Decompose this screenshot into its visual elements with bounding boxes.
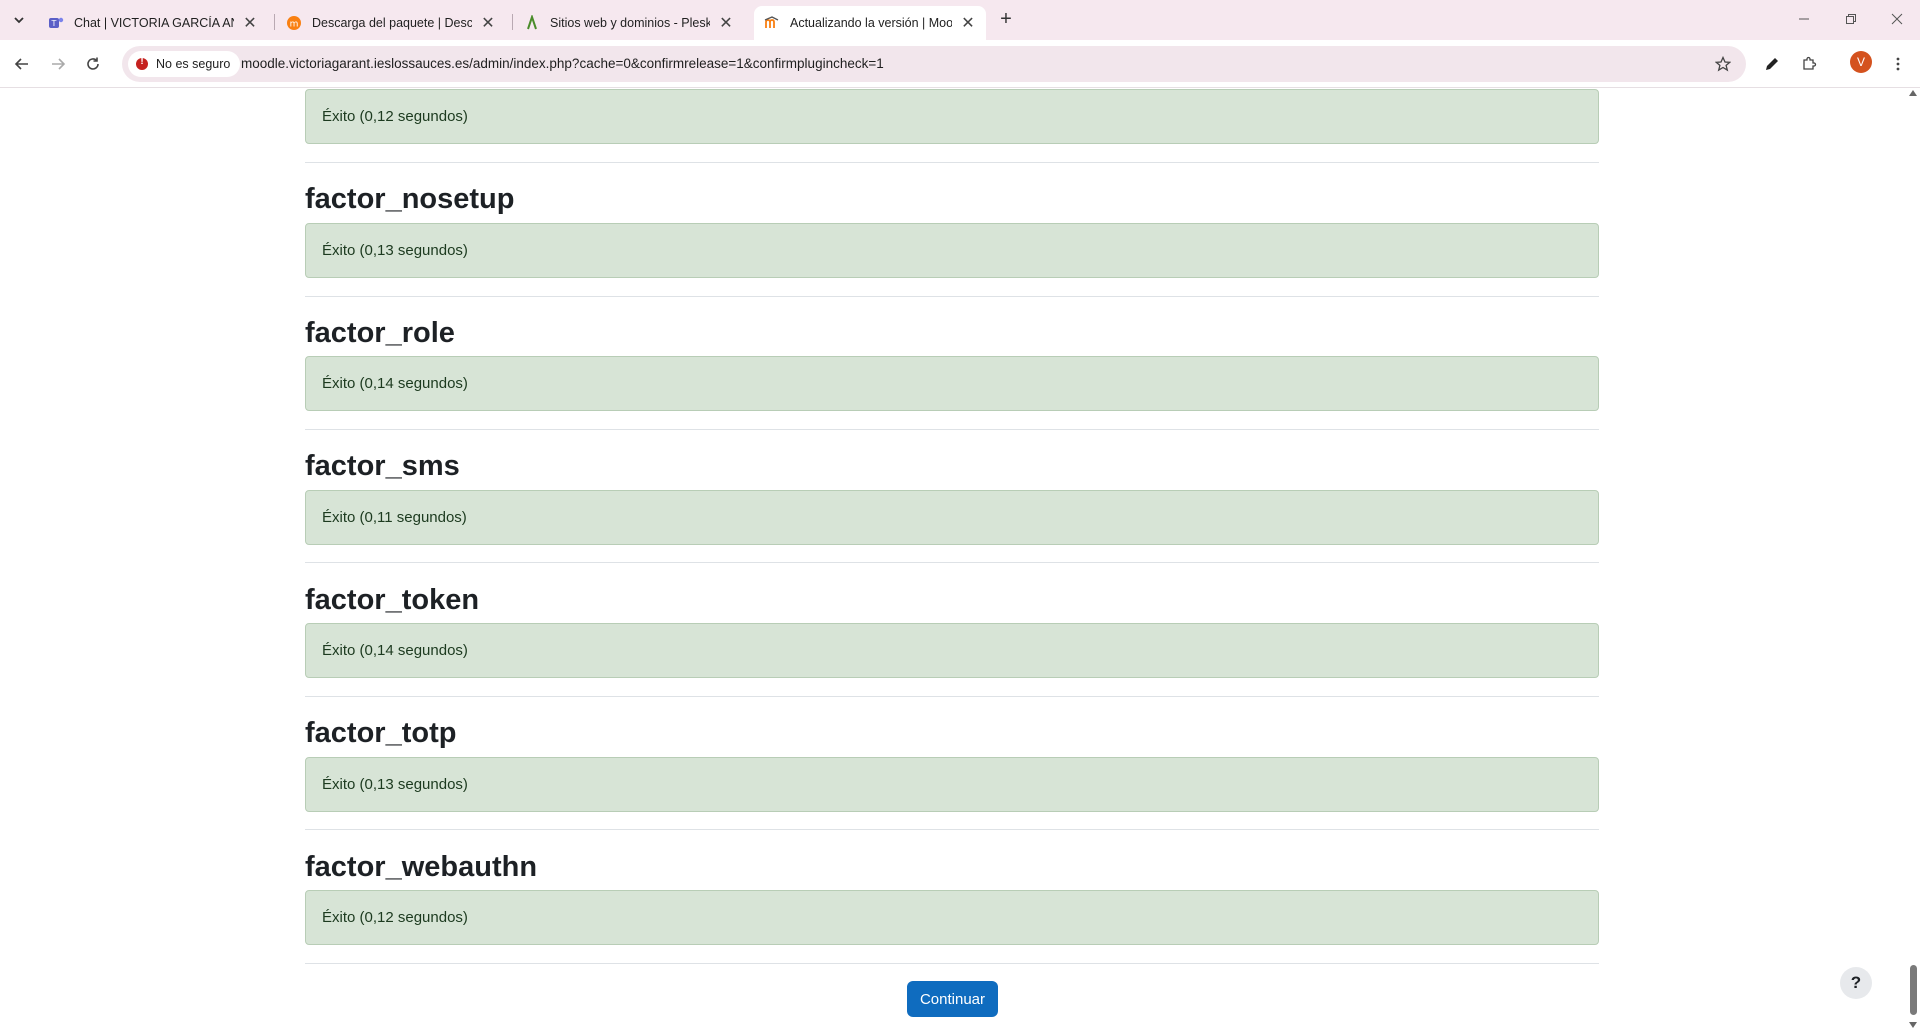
plesk-icon	[527, 15, 537, 30]
pen-icon	[1766, 58, 1778, 70]
browser-toolbar: No es seguro moodle.victoriagarant.ieslo…	[0, 40, 1920, 88]
tab-title: Sitios web y dominios - Plesk -	[550, 16, 710, 30]
tab-search-button[interactable]	[8, 9, 30, 31]
success-notification: Éxito (0,13 segundos)	[305, 757, 1599, 812]
address-bar[interactable]: No es seguro moodle.victoriagarant.ieslo…	[122, 46, 1746, 82]
svg-text:m: m	[290, 20, 299, 30]
success-notification: Éxito (0,14 segundos)	[305, 356, 1599, 411]
close-icon[interactable]: ✕	[960, 15, 976, 32]
avatar-initial: V	[1856, 55, 1865, 69]
close-icon[interactable]: ✕	[242, 15, 258, 32]
minimize-icon	[1799, 18, 1809, 20]
plus-icon: +	[1000, 7, 1012, 30]
scrollbar-thumb[interactable]	[1910, 965, 1917, 1015]
kebab-menu-icon	[1896, 57, 1900, 71]
security-label: No es seguro	[156, 57, 231, 71]
tab-title: Actualizando la versión | Moodle	[790, 16, 952, 30]
browser-menu-button[interactable]	[1886, 52, 1910, 76]
moodle-orange-icon: m	[287, 16, 301, 30]
tab-plesk[interactable]: Sitios web y dominios - Plesk - ✕	[514, 6, 744, 40]
success-notification: Éxito (0,12 segundos)	[305, 890, 1599, 945]
help-button[interactable]: ?	[1840, 967, 1872, 999]
result-text: Éxito (0,12 segundos)	[322, 108, 468, 125]
svg-text:T: T	[51, 19, 57, 28]
plugin-heading: factor_role	[305, 317, 455, 349]
scroll-down-arrow-icon[interactable]	[1909, 1022, 1917, 1028]
warning-icon	[136, 56, 148, 70]
result-text: Éxito (0,14 segundos)	[322, 375, 468, 392]
back-button[interactable]	[10, 52, 34, 76]
restore-icon	[1846, 14, 1856, 24]
chevron-down-icon	[14, 17, 24, 24]
success-notification: Éxito (0,13 segundos)	[305, 223, 1599, 278]
tab-strip: T Chat | VICTORIA GARCÍA ANTÓN ✕ m Desca…	[0, 0, 1920, 40]
tab-descarga-paquete[interactable]: m Descarga del paquete | Descarga ✕	[276, 6, 506, 40]
divider	[305, 296, 1599, 297]
plugin-heading: factor_webauthn	[305, 851, 538, 883]
plugin-heading: factor_nosetup	[305, 183, 515, 215]
arrow-left-icon	[14, 58, 28, 70]
page-content: Éxito (0,12 segundos) factor_nosetup Éxi…	[0, 88, 1906, 1032]
divider	[305, 562, 1599, 563]
tab-title: Descarga del paquete | Descarga	[312, 16, 472, 30]
star-icon	[1715, 56, 1731, 72]
close-icon	[1891, 13, 1903, 25]
scroll-up-arrow-icon[interactable]	[1909, 90, 1917, 96]
bookmark-button[interactable]	[1712, 53, 1734, 75]
url-text[interactable]: moodle.victoriagarant.ieslossauces.es/ad…	[241, 56, 884, 71]
plugin-heading: factor_token	[305, 584, 480, 616]
forward-button[interactable]	[46, 52, 70, 76]
success-notification: Éxito (0,11 segundos)	[305, 490, 1599, 545]
security-indicator[interactable]: No es seguro	[128, 51, 241, 77]
result-text: Éxito (0,12 segundos)	[322, 909, 468, 926]
tab-title: Chat | VICTORIA GARCÍA ANTÓN	[74, 16, 234, 30]
result-text: Éxito (0,11 segundos)	[322, 509, 467, 526]
tab-separator	[274, 14, 275, 30]
extension-pen-button[interactable]	[1760, 52, 1784, 76]
extensions-button[interactable]	[1797, 52, 1821, 76]
question-mark-icon: ?	[1850, 973, 1862, 992]
page-scrollbar[interactable]	[1906, 88, 1920, 1032]
minimize-button[interactable]	[1793, 8, 1815, 30]
divider	[305, 162, 1599, 163]
close-icon[interactable]: ✕	[480, 15, 496, 32]
reload-button[interactable]	[81, 52, 105, 76]
divider	[305, 429, 1599, 430]
teams-icon: T	[49, 17, 64, 28]
close-icon[interactable]: ✕	[718, 15, 734, 32]
puzzle-icon	[1803, 56, 1817, 70]
divider	[305, 696, 1599, 697]
plugin-heading: factor_sms	[305, 450, 460, 482]
new-tab-button[interactable]: +	[995, 8, 1017, 30]
arrow-right-icon	[52, 58, 66, 70]
continue-button[interactable]: Continuar	[907, 981, 998, 1017]
divider	[305, 829, 1599, 830]
plugin-heading: factor_totp	[305, 717, 457, 749]
profile-avatar[interactable]: V	[1850, 51, 1872, 73]
divider	[305, 963, 1599, 964]
tab-teams-chat[interactable]: T Chat | VICTORIA GARCÍA ANTÓN ✕	[38, 6, 268, 40]
result-text: Éxito (0,14 segundos)	[322, 642, 468, 659]
success-notification: Éxito (0,12 segundos)	[305, 89, 1599, 144]
tab-separator	[512, 14, 513, 30]
result-text: Éxito (0,13 segundos)	[322, 776, 468, 793]
tab-moodle-active[interactable]: Actualizando la versión | Moodle ✕	[754, 6, 986, 40]
window-close-button[interactable]	[1886, 8, 1908, 30]
restore-button[interactable]	[1840, 8, 1862, 30]
reload-icon	[87, 57, 99, 70]
moodle-icon	[764, 16, 779, 28]
result-text: Éxito (0,13 segundos)	[322, 242, 468, 259]
success-notification: Éxito (0,14 segundos)	[305, 623, 1599, 678]
